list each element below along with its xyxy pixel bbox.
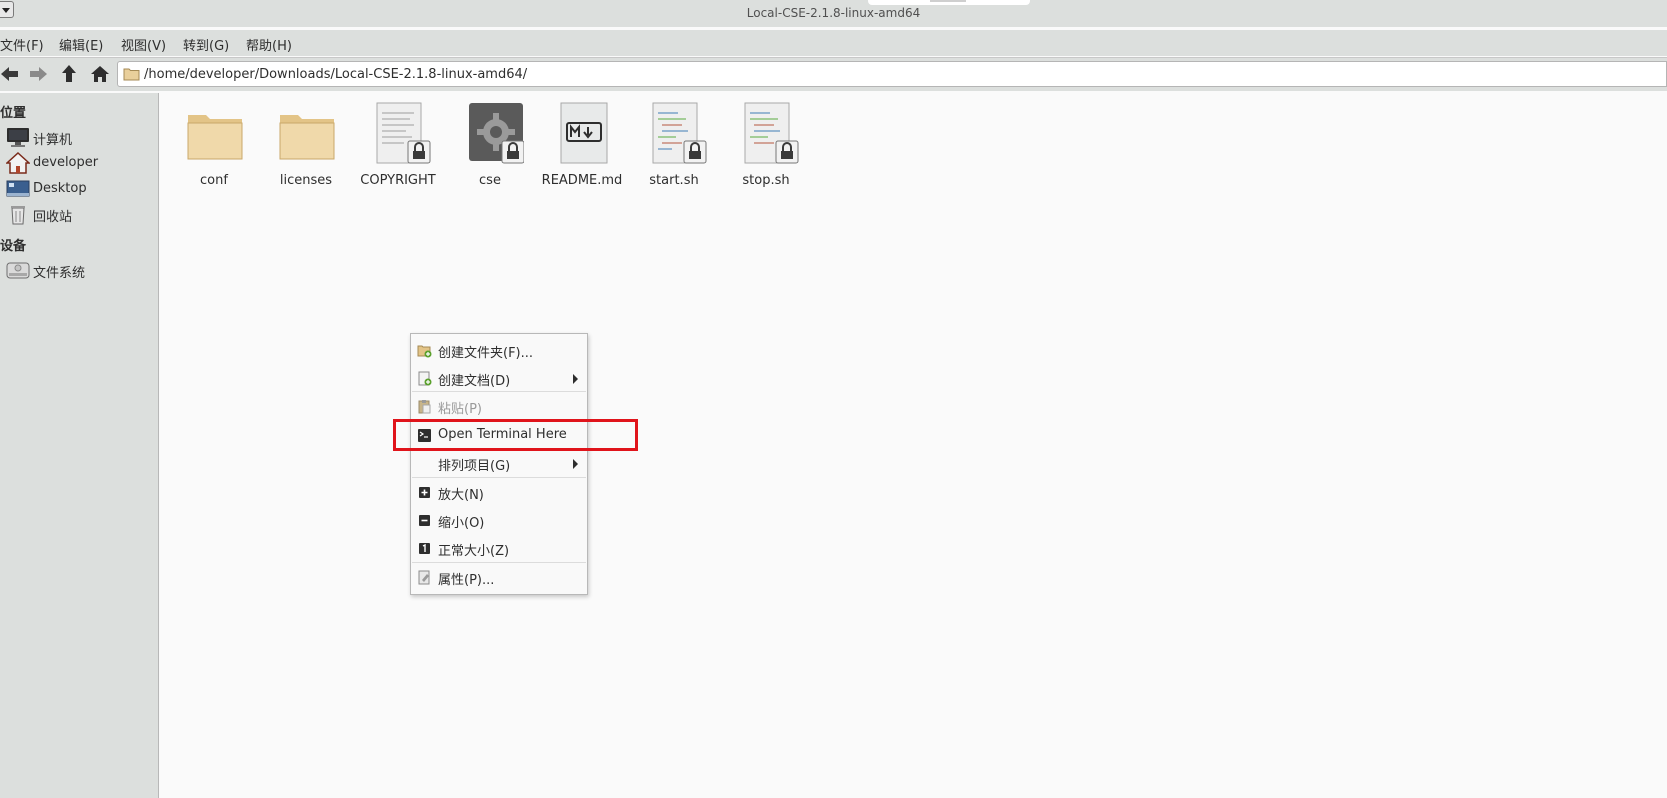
desktop-icon (6, 180, 30, 197)
arrow-left-icon (1, 67, 18, 81)
menu-separator (412, 477, 586, 478)
home-icon (6, 152, 30, 174)
file-item[interactable]: licenses (256, 101, 346, 191)
file-item[interactable]: stop.sh (716, 101, 806, 191)
menu-item-create-folder[interactable]: 创建文件夹(F)... (411, 337, 587, 363)
menu-item-label: 粘贴(P) (438, 402, 482, 417)
script-file-icon (652, 102, 707, 164)
address-bar[interactable]: /home/developer/Downloads/Local-CSE-2.1.… (117, 61, 1667, 87)
window-title: Local-CSE-2.1.8-linux-amd64 (746, 6, 921, 20)
sidebar-item-label: 文件系统 (33, 266, 86, 281)
sidebar-item-desktop[interactable]: Desktop (4, 177, 154, 201)
back-button[interactable] (0, 64, 20, 84)
arrow-right-icon (30, 67, 47, 81)
file-item[interactable]: COPYRIGHT (348, 101, 438, 191)
sidebar-item-trash[interactable]: 回收站 (4, 202, 154, 226)
sidebar: 位置 计算机 developer Desktop 回收站 设备 文件系统 (0, 93, 159, 798)
menu-view[interactable]: 视图(V) (121, 35, 166, 54)
toolbar: /home/developer/Downloads/Local-CSE-2.1.… (0, 57, 1667, 91)
menu-item-arrange-items[interactable]: 排列项目(G) (411, 450, 587, 476)
sidebar-item-label: 回收站 (33, 210, 73, 225)
menu-item-create-document[interactable]: 创建文档(D) (411, 365, 587, 391)
file-item[interactable]: cse (440, 101, 530, 191)
menu-item-label: 缩小(O) (438, 516, 485, 531)
menu-item-label: 创建文档(D) (438, 374, 511, 389)
sidebar-item-developer[interactable]: developer (4, 151, 154, 175)
highlight-box (393, 419, 638, 451)
script-file-icon (744, 102, 799, 164)
file-name: conf (200, 173, 228, 188)
menu-item-label: 放大(N) (438, 488, 484, 503)
zoom-in-icon (419, 487, 430, 498)
file-item[interactable]: conf (164, 101, 254, 191)
context-menu: 创建文件夹(F)... 创建文档(D) 粘贴(P) Open Terminal … (410, 333, 588, 595)
menu-bar: 文件(F) 编辑(E) 视图(V) 转到(G) 帮助(H) (0, 30, 1667, 56)
sidebar-item-label: developer (33, 155, 99, 170)
file-name: licenses (279, 173, 333, 188)
title-decoration-inner (930, 0, 966, 2)
sidebar-item-filesystem[interactable]: 文件系统 (4, 258, 154, 282)
title-bar: Local-CSE-2.1.8-linux-amd64 (0, 0, 1667, 27)
drive-icon (6, 262, 30, 279)
zoom-reset-icon (419, 543, 430, 554)
sidebar-item-label: 计算机 (33, 133, 73, 148)
menu-item-label: 正常大小(Z) (438, 544, 510, 559)
menu-separator (412, 562, 586, 563)
properties-icon (418, 570, 430, 585)
menu-item-zoom-in[interactable]: 放大(N) (411, 479, 587, 505)
file-item[interactable]: README.md (532, 101, 622, 191)
arrow-up-icon (62, 65, 76, 82)
folder-icon (279, 115, 335, 160)
file-name: cse (479, 173, 501, 188)
new-folder-icon (417, 345, 432, 358)
paste-icon (418, 400, 431, 414)
markdown-icon (560, 102, 608, 164)
submenu-arrow-icon (573, 459, 578, 469)
file-name: stop.sh (742, 173, 790, 188)
submenu-arrow-icon (573, 374, 578, 384)
menu-file[interactable]: 文件(F) (0, 35, 44, 54)
devices-heading: 设备 (0, 239, 27, 254)
places-heading: 位置 (0, 106, 27, 121)
trash-icon (11, 206, 25, 225)
address-text: /home/developer/Downloads/Local-CSE-2.1.… (144, 67, 528, 82)
home-button[interactable] (90, 64, 110, 84)
sidebar-item-computer[interactable]: 计算机 (4, 125, 154, 149)
folder-icon (123, 68, 140, 81)
menu-item-paste[interactable]: 粘贴(P) (411, 393, 587, 419)
computer-icon (7, 128, 29, 147)
menu-item-zoom-out[interactable]: 缩小(O) (411, 507, 587, 533)
new-document-icon (418, 371, 432, 386)
sidebar-item-label: Desktop (33, 181, 87, 196)
menu-edit[interactable]: 编辑(E) (59, 35, 103, 54)
menu-item-properties[interactable]: 属性(P)... (411, 564, 587, 590)
menu-item-normal-size[interactable]: 正常大小(Z) (411, 535, 587, 561)
menu-help[interactable]: 帮助(H) (246, 35, 292, 54)
forward-button[interactable] (28, 64, 48, 84)
menu-separator (412, 391, 586, 392)
file-name: start.sh (649, 173, 699, 188)
file-view[interactable]: conf licenses COPYRIGHT cse README.md st… (160, 93, 1667, 798)
home-icon (91, 66, 109, 82)
file-name: COPYRIGHT (360, 173, 436, 188)
menu-item-label: 创建文件夹(F)... (438, 346, 534, 361)
menu-item-label: 属性(P)... (438, 573, 495, 588)
file-item[interactable]: start.sh (624, 101, 714, 191)
menu-item-label: 排列项目(G) (438, 459, 511, 474)
menu-go[interactable]: 转到(G) (183, 35, 229, 54)
zoom-out-icon (419, 515, 430, 526)
file-name: README.md (541, 173, 623, 188)
text-file-icon (376, 102, 431, 164)
up-button[interactable] (59, 64, 79, 84)
folder-icon (187, 115, 243, 160)
gear-icon (469, 103, 524, 164)
